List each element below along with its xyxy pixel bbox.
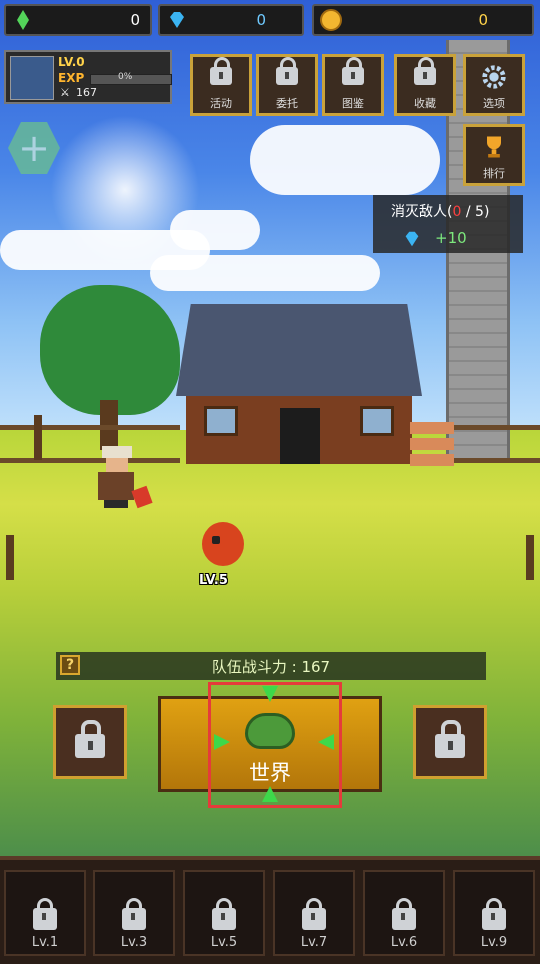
arrow-right-icon	[214, 734, 230, 750]
lock-icon	[435, 720, 465, 758]
character-slot[interactable]: Lv.1	[4, 870, 86, 956]
slot-level: Lv.3	[120, 935, 148, 950]
arrow-left-icon	[318, 734, 334, 750]
locked-left-button[interactable]	[53, 705, 127, 779]
mission-panel[interactable]: 消灭敌人(0 / 5) +10	[373, 195, 523, 253]
cloud	[150, 255, 380, 291]
arrow-down-icon	[262, 686, 278, 702]
button-label: 选项	[483, 97, 505, 110]
lock-icon	[302, 898, 326, 930]
team-power-text: 队伍战斗力 : 167	[211, 658, 331, 676]
player-power: 167	[76, 86, 97, 99]
lock-icon	[212, 898, 236, 930]
mission-title: 消灭敌人(0 / 5)	[391, 204, 490, 220]
fence-post	[34, 415, 42, 460]
green-crystal-icon	[17, 10, 29, 30]
fence	[0, 425, 180, 463]
trophy-icon	[487, 136, 501, 158]
ranking-button[interactable]: 排行	[463, 124, 525, 186]
slot-level: Lv.6	[390, 935, 418, 950]
avatar[interactable]	[10, 56, 54, 100]
commission-button[interactable]: 委托	[256, 54, 318, 116]
gold-coin-icon	[320, 9, 342, 31]
cloud	[170, 210, 260, 250]
exp-label: EXP	[58, 71, 85, 85]
codex-button[interactable]: 图鉴	[322, 54, 384, 116]
resource-green-crystal: 0	[4, 4, 152, 36]
lock-icon	[392, 898, 416, 930]
slot-level: Lv.5	[210, 935, 238, 950]
resource-diamond: 0	[158, 4, 304, 36]
arrow-up-icon	[262, 786, 278, 802]
sword-icon: ⚔	[60, 86, 70, 99]
character-slot[interactable]: Lv.5	[183, 870, 265, 956]
fence-post	[6, 535, 14, 580]
character-slot[interactable]: Lv.9	[453, 870, 535, 956]
button-label: 委托	[276, 97, 298, 110]
resource-value: 0	[478, 11, 488, 29]
slot-level: Lv.7	[300, 935, 328, 950]
wooden-signpost	[410, 418, 454, 466]
house-door	[280, 408, 320, 464]
lock-icon	[210, 57, 232, 85]
lock-icon	[33, 898, 57, 930]
button-label: 收藏	[414, 97, 436, 110]
character-slot[interactable]: Lv.3	[93, 870, 175, 956]
house-window	[204, 406, 238, 436]
button-label: 排行	[483, 167, 505, 180]
character-slot-bar: Lv.1 Lv.3 Lv.5 Lv.7 Lv.6 Lv.9	[0, 856, 540, 964]
diamond-icon	[405, 231, 419, 247]
options-button[interactable]: 选项	[463, 54, 525, 116]
lock-icon	[75, 720, 105, 758]
player-profile[interactable]: LV.0 EXP 0% ⚔ 167	[4, 50, 172, 104]
character-slot[interactable]: Lv.7	[273, 870, 355, 956]
fence-post	[526, 535, 534, 580]
lock-icon	[122, 898, 146, 930]
resource-gold: 0	[312, 4, 534, 36]
activity-button[interactable]: 活动	[190, 54, 252, 116]
button-label: 活动	[210, 97, 232, 110]
slot-level: Lv.1	[31, 935, 59, 950]
gear-icon	[482, 65, 506, 89]
resource-value: 0	[256, 11, 266, 29]
farmhouse	[176, 304, 422, 464]
lock-icon	[276, 57, 298, 85]
diamond-icon	[170, 12, 184, 28]
mission-reward: +10	[435, 229, 467, 247]
cloud	[250, 125, 440, 195]
game-scene: LV.5	[0, 0, 540, 960]
lock-icon	[414, 57, 436, 85]
lock-icon	[342, 57, 364, 85]
slot-level: Lv.9	[480, 935, 508, 950]
enemy-level-label: LV.5	[199, 573, 228, 588]
player-level: LV.0	[58, 55, 85, 69]
resource-value: 0	[130, 11, 140, 29]
house-window	[360, 406, 394, 436]
locked-right-button[interactable]	[413, 705, 487, 779]
red-slime-enemy[interactable]	[202, 522, 244, 566]
mission-progress-total: 5	[475, 204, 484, 220]
exp-percent: 0%	[118, 72, 133, 82]
lock-icon	[482, 898, 506, 930]
button-label: 图鉴	[342, 97, 364, 110]
tree	[40, 285, 180, 415]
collection-button[interactable]: 收藏	[394, 54, 456, 116]
character-slot[interactable]: Lv.6	[363, 870, 445, 956]
team-power-bar: ? 队伍战斗力 : 167	[56, 652, 486, 680]
player-character[interactable]	[96, 446, 136, 508]
mission-progress-current: 0	[452, 204, 462, 220]
house-roof	[176, 304, 422, 396]
